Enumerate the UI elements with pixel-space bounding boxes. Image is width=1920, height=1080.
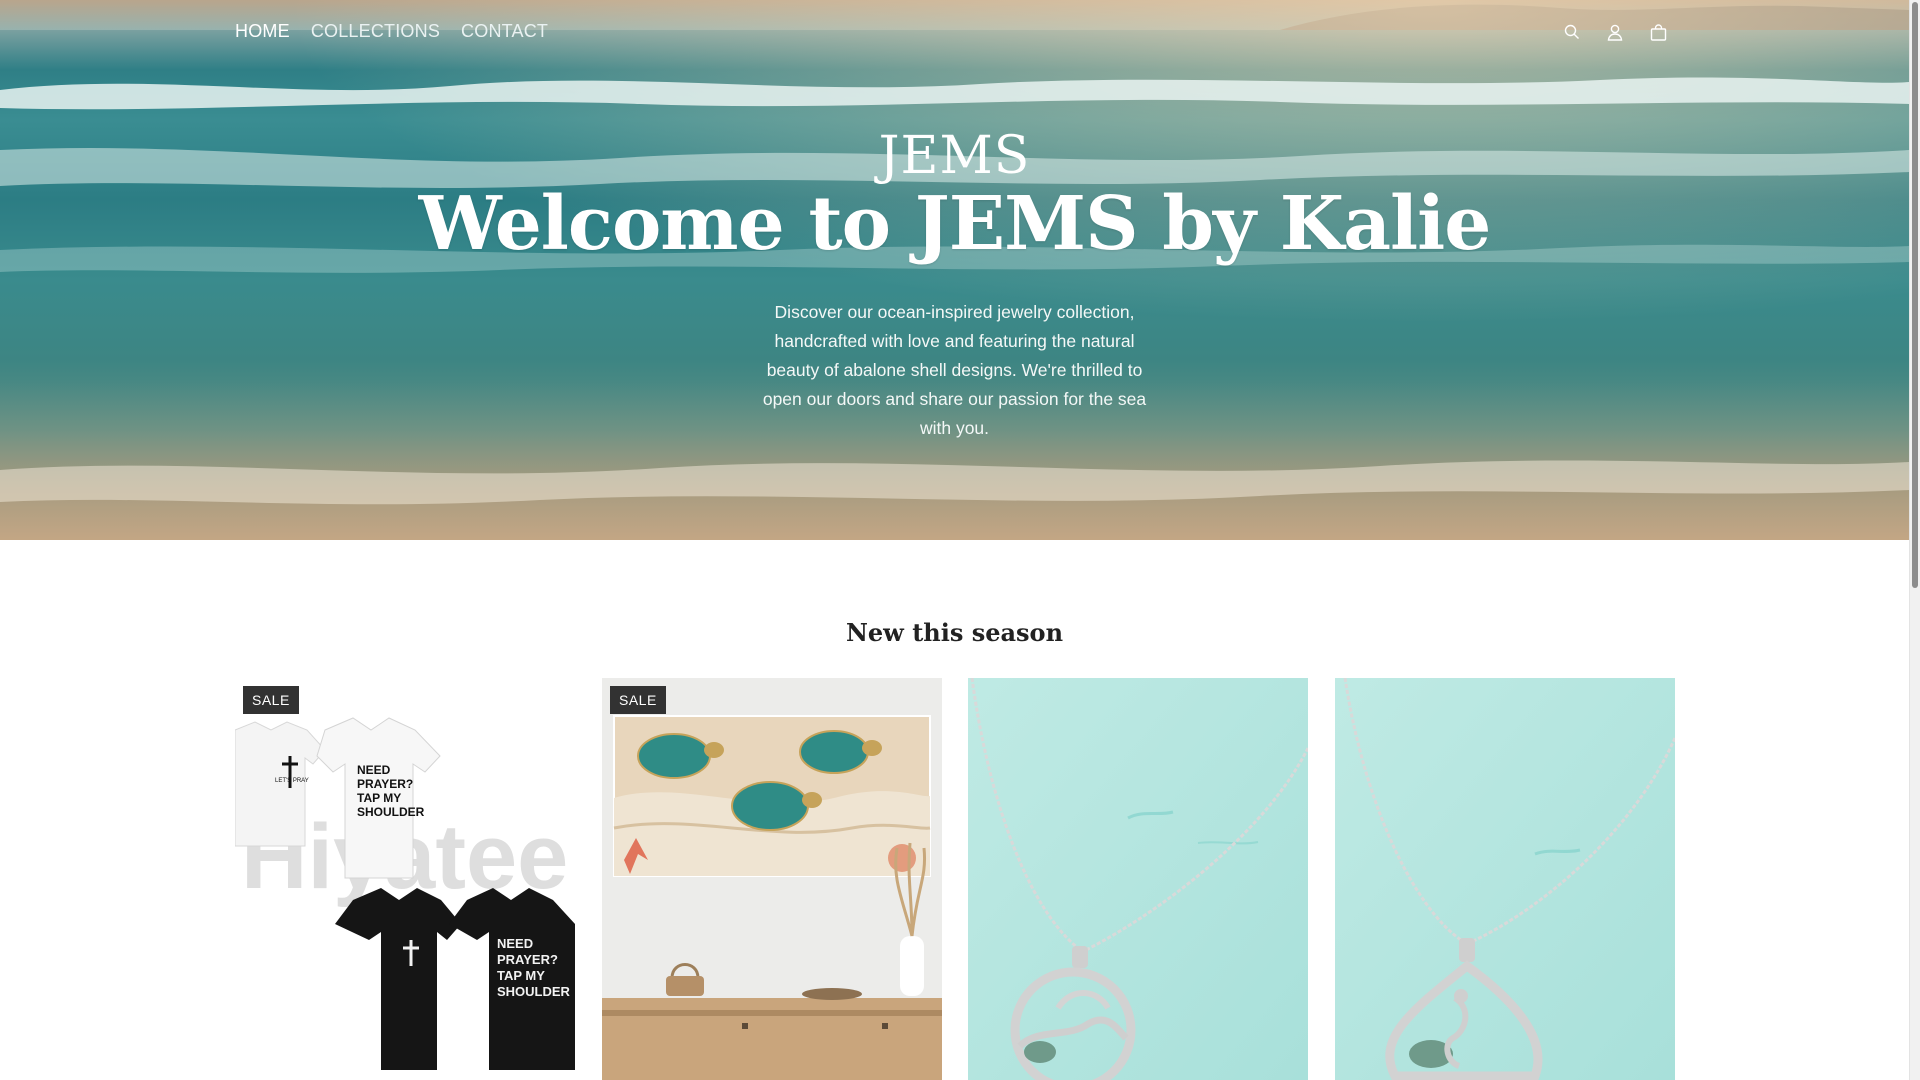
svg-text:TAP MY: TAP MY (497, 968, 545, 983)
product-grid: Hiyatee LET'S PRAY NEED PRAYER? TAP MY S… (235, 678, 1675, 1080)
site-header: HOME COLLECTIONS CONTACT (0, 0, 1909, 66)
hero-headline: Welcome to JEMS by Kalie (418, 181, 1492, 267)
svg-text:PRAYER?: PRAYER? (497, 952, 558, 967)
product-card[interactable] (968, 678, 1308, 1080)
svg-text:SHOULDER: SHOULDER (497, 984, 571, 999)
section-title: New this season (845, 618, 1064, 647)
nav-contact-link[interactable]: CONTACT (461, 21, 548, 42)
product-image-tshirts: Hiyatee LET'S PRAY NEED PRAYER? TAP MY S… (235, 678, 575, 1080)
product-image-dolphin-necklace (968, 678, 1308, 1080)
product-card[interactable]: SALE (602, 678, 942, 1080)
svg-text:LET'S PRAY: LET'S PRAY (275, 778, 309, 784)
product-card[interactable]: Hiyatee LET'S PRAY NEED PRAYER? TAP MY S… (235, 678, 575, 1080)
sale-badge: SALE (243, 686, 299, 714)
main-nav: HOME COLLECTIONS CONTACT (235, 21, 548, 42)
svg-text:PRAYER?: PRAYER? (357, 777, 413, 791)
header-actions (1562, 22, 1668, 42)
cart-icon[interactable] (1648, 22, 1668, 42)
nav-home-link[interactable]: HOME (235, 21, 290, 42)
svg-text:SHOULDER: SHOULDER (357, 805, 425, 819)
sale-badge: SALE (610, 686, 666, 714)
hero-description: Discover our ocean-inspired jewelry coll… (762, 302, 1147, 438)
svg-text:NEED: NEED (497, 936, 533, 951)
nav-collections-link[interactable]: COLLECTIONS (311, 21, 440, 42)
svg-text:TAP MY: TAP MY (357, 791, 401, 805)
product-image-seahorse-necklace (1335, 678, 1675, 1080)
scrollbar-thumb[interactable] (1912, 2, 1918, 588)
account-icon[interactable] (1605, 22, 1625, 42)
hero-content: JEMS Welcome to JEMS by Kalie Discover o… (0, 124, 1909, 443)
svg-text:NEED: NEED (357, 763, 391, 777)
page-scrollbar[interactable] (1909, 0, 1920, 1080)
brand-title: JEMS (878, 126, 1031, 186)
product-card[interactable] (1335, 678, 1675, 1080)
product-image-turtle-art (602, 678, 942, 1080)
search-icon[interactable] (1562, 22, 1582, 42)
